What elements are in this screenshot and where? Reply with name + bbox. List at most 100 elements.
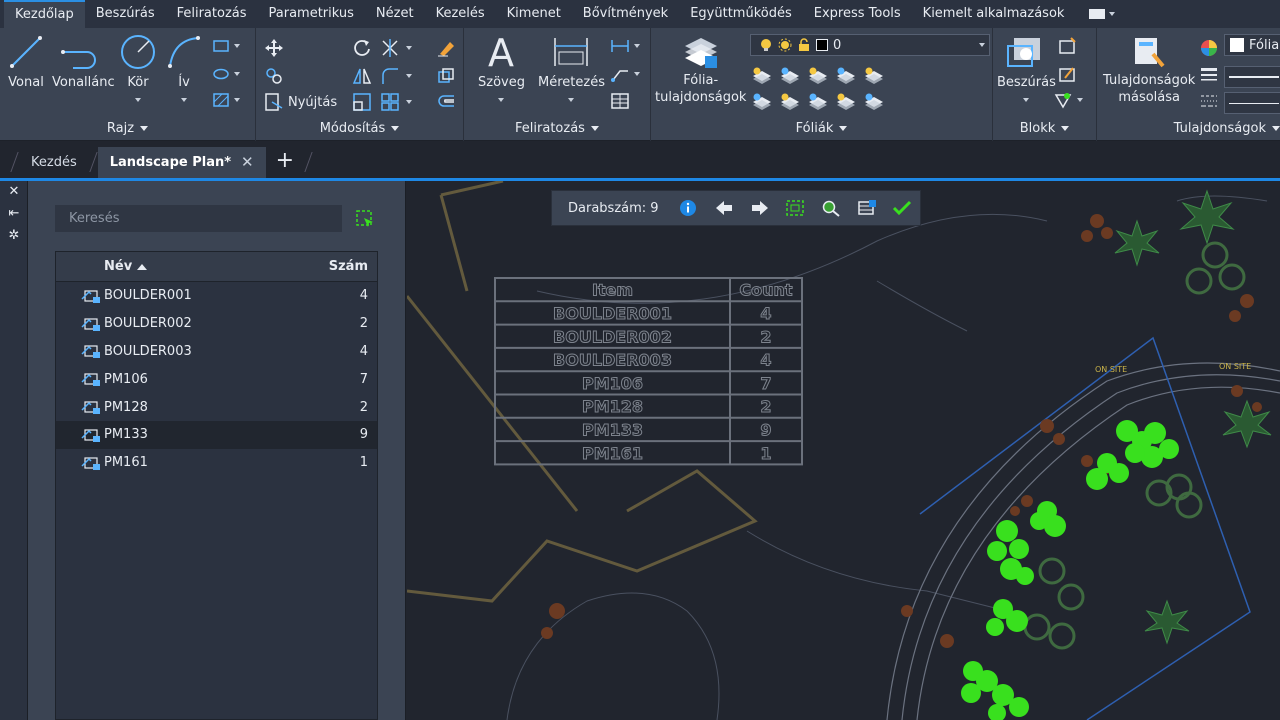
table-row[interactable]: PM133 9 xyxy=(56,420,377,449)
tab-start[interactable]: Kezdés xyxy=(19,147,89,178)
layer-current-icon-button[interactable] xyxy=(751,92,773,110)
table-row[interactable]: BOULDER002 2 xyxy=(56,310,377,338)
match-properties-button[interactable]: Tulajdonságok másolása xyxy=(1103,32,1195,106)
hatch-button[interactable] xyxy=(212,92,240,108)
ribbon-tab-home[interactable]: Kezdőlap xyxy=(4,0,85,28)
tab-separator xyxy=(304,152,313,172)
table-button[interactable] xyxy=(610,92,630,110)
move-button[interactable] xyxy=(264,38,284,58)
autohide-icon[interactable]: ⇤ xyxy=(0,203,28,225)
mirror-button[interactable] xyxy=(352,66,372,86)
layer-off-icon-button[interactable] xyxy=(779,66,801,84)
rotate-button[interactable] xyxy=(352,38,372,58)
column-header-count[interactable]: Szám xyxy=(317,259,377,274)
done-button[interactable] xyxy=(884,193,920,223)
layer-match-icon-button[interactable] xyxy=(863,66,885,84)
layer-properties-button[interactable]: Fólia- tulajdonságok xyxy=(655,32,746,106)
ellipse-icon xyxy=(213,68,229,80)
canvas-count-table[interactable]: Item Count BOULDER001 4 BOULDER002 2 BOULDER00… xyxy=(494,277,803,466)
layer-dropdown[interactable]: 0 xyxy=(750,34,990,56)
line-button[interactable]: Vonal xyxy=(6,32,46,91)
erase-button[interactable] xyxy=(436,38,456,58)
insert-block-button[interactable]: Beszúrás xyxy=(997,32,1056,106)
trim-button[interactable] xyxy=(380,38,412,58)
row-count: 4 xyxy=(359,288,368,304)
ribbon-tab-output[interactable]: Kimenet xyxy=(496,0,572,28)
array-button[interactable] xyxy=(380,92,412,112)
panel-block-title[interactable]: Blokk xyxy=(993,119,1096,139)
stretch-button[interactable]: Nyújtás xyxy=(264,92,337,112)
palette-settings-icon[interactable]: ✲ xyxy=(0,225,28,247)
layer-freeze-icon-button[interactable] xyxy=(807,66,829,84)
layer-previous-icon-button[interactable] xyxy=(779,92,801,110)
arc-button[interactable]: Ív xyxy=(164,32,204,106)
landscape-drawing[interactable]: ON SITE ON SITE Item CountBOULDER001 4BO… xyxy=(407,181,1280,720)
color-dropdown[interactable]: Fólia xyxy=(1224,34,1280,56)
fillet-button[interactable] xyxy=(380,66,412,86)
layer-lock-icon-button[interactable] xyxy=(835,66,857,84)
table-row[interactable]: PM128 2 xyxy=(56,393,377,421)
table-row[interactable]: PM106 7 xyxy=(56,365,377,393)
scale-button[interactable] xyxy=(352,92,372,112)
ribbon-tab-addins[interactable]: Bővítmények xyxy=(572,0,679,28)
rectangle-button[interactable] xyxy=(212,38,240,54)
ribbon-tab-parametric[interactable]: Parametrikus xyxy=(258,0,365,28)
layer-unlock-icon-button[interactable] xyxy=(835,92,857,110)
close-tab-icon[interactable]: ✕ xyxy=(241,147,254,178)
chevron-down-icon xyxy=(1272,126,1280,131)
text-button[interactable]: A Szöveg xyxy=(478,32,525,106)
previous-button[interactable] xyxy=(706,193,742,223)
offset-button[interactable] xyxy=(436,92,456,112)
ribbon-tab-manage[interactable]: Kezelés xyxy=(425,0,496,28)
linetype-dropdown[interactable] xyxy=(1224,92,1280,114)
dimension-button[interactable]: Méretezés xyxy=(538,32,605,106)
table-row[interactable]: BOULDER001 4 xyxy=(56,282,377,310)
find-problems-button[interactable] xyxy=(813,193,849,223)
arc-label: Ív xyxy=(178,75,190,90)
info-button[interactable] xyxy=(671,193,707,223)
lineweight-dropdown[interactable] xyxy=(1224,66,1280,88)
next-button[interactable] xyxy=(742,193,778,223)
column-header-name[interactable]: Név xyxy=(56,259,317,274)
close-palette-icon[interactable]: ✕ xyxy=(0,181,28,203)
ribbon-tab-insert[interactable]: Beszúrás xyxy=(85,0,166,28)
table-row[interactable]: PM161 1 xyxy=(56,449,377,477)
edit-block-button[interactable] xyxy=(1057,64,1077,84)
select-objects-icon[interactable] xyxy=(354,208,376,230)
circle-button[interactable]: Kör xyxy=(118,32,158,106)
linear-dim-button[interactable] xyxy=(610,38,640,54)
zoom-extents-button[interactable] xyxy=(777,193,813,223)
explode-button[interactable] xyxy=(436,66,456,86)
panel-draw-title[interactable]: Rajz xyxy=(0,119,255,139)
layer-isolate-icon-button[interactable] xyxy=(751,66,773,84)
ribbon-tab-view[interactable]: Nézet xyxy=(365,0,425,28)
create-block-button[interactable] xyxy=(1057,36,1077,56)
search-input[interactable] xyxy=(55,205,342,232)
panel-annotation-title[interactable]: Feliratozás xyxy=(464,119,650,139)
ellipse-button[interactable] xyxy=(212,66,240,82)
ribbon-tab-annotate[interactable]: Feliratozás xyxy=(166,0,258,28)
table-row[interactable]: BOULDER003 4 xyxy=(56,338,377,366)
canvas-table-item: BOULDER001 xyxy=(553,304,672,323)
layer-walk-icon-button[interactable] xyxy=(863,92,885,110)
layer-thaw-icon-button[interactable] xyxy=(807,92,829,110)
panel-modify-title[interactable]: Módosítás xyxy=(256,119,463,139)
polyline-icon xyxy=(61,50,97,69)
leader-button[interactable] xyxy=(610,66,640,82)
new-tab-button[interactable]: + xyxy=(276,147,294,175)
ribbon-tab-featured-apps[interactable]: Kiemelt alkalmazások xyxy=(912,0,1076,28)
insert-table-button[interactable] xyxy=(849,193,885,223)
panel-properties-title[interactable]: Tulajdonságok xyxy=(1157,119,1280,139)
ribbon-tab-collaborate[interactable]: Együttműködés xyxy=(679,0,803,28)
panel-layers-title[interactable]: Fóliák xyxy=(651,119,992,139)
drawing-canvas[interactable]: ON SITE ON SITE Item Count BOULDER001 4 … xyxy=(407,181,1280,720)
magnifier-icon xyxy=(822,200,840,217)
block-attributes-button[interactable] xyxy=(1053,90,1083,110)
tab-landscape-plan[interactable]: Landscape Plan* ✕ xyxy=(97,147,266,178)
polyline-button[interactable]: Vonallánc xyxy=(52,32,115,91)
canvas-table-item: Item xyxy=(592,281,633,300)
ribbon-minimize-button[interactable] xyxy=(1089,9,1116,19)
line-icon xyxy=(10,36,42,68)
copy-button[interactable] xyxy=(264,66,284,86)
ribbon-tab-express-tools[interactable]: Express Tools xyxy=(803,0,912,28)
